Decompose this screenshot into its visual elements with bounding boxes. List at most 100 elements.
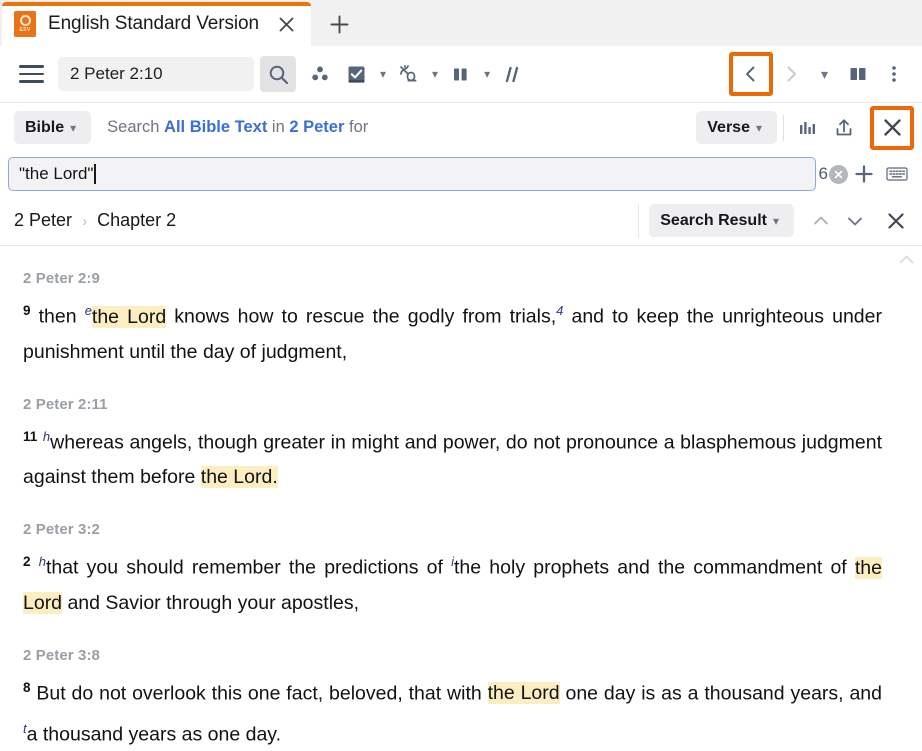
result-mode-chevron-down-icon[interactable]: ▾ — [752, 121, 766, 135]
close-icon — [883, 119, 901, 136]
esv-favicon-icon: ESV — [14, 11, 36, 37]
verse-number: 9 — [23, 303, 31, 318]
verse-text: 8 But do not overlook this one fact, bel… — [23, 670, 882, 748]
verse-span: But do not overlook this one fact, belov… — [30, 682, 488, 704]
chevron-up-icon — [814, 216, 828, 224]
navigate-back-button[interactable] — [728, 52, 773, 96]
search-result-chevron-down-icon[interactable]: ▾ — [769, 214, 783, 228]
breadcrumb[interactable]: 2 Peter › Chapter 2 — [14, 210, 176, 231]
verse-reference[interactable]: 2 Peter 3:2 — [23, 521, 882, 538]
footnote-marker[interactable]: e — [85, 303, 92, 318]
kebab-menu-icon[interactable] — [876, 56, 912, 92]
close-results-button[interactable] — [878, 203, 914, 239]
breadcrumb-chapter[interactable]: Chapter 2 — [97, 210, 176, 230]
verse-number: 8 — [23, 679, 31, 695]
clear-search-icon[interactable] — [829, 164, 848, 184]
tab-title: English Standard Version — [48, 13, 259, 34]
hebrew-greek-icon[interactable] — [390, 56, 426, 92]
result-mode-label: Verse — [707, 118, 750, 136]
chevron-down-icon — [848, 217, 862, 225]
text-caret — [94, 164, 96, 184]
reference-input[interactable]: 2 Peter 2:10 — [58, 57, 254, 91]
split-layout-icon[interactable] — [840, 56, 876, 92]
search-results-content[interactable]: 2 Peter 2:9 9 then ethe Lord knows how to… — [0, 246, 922, 747]
scroll-up-chevron-up-icon[interactable] — [899, 252, 914, 267]
search-type-selector[interactable]: Bible ▾ — [14, 111, 92, 144]
verse-result-item[interactable]: 2 Peter 3:8 8 But do not overlook this on… — [23, 647, 882, 748]
scope-in-word: in — [271, 118, 285, 136]
original-language-chevron-down-icon[interactable]: ▾ — [428, 67, 442, 81]
verse-text: 2 hthat you should remember the predicti… — [23, 544, 882, 621]
resource-guide-icon[interactable] — [302, 56, 338, 92]
scope-suffix: for — [349, 118, 369, 136]
chevron-left-icon — [745, 66, 755, 82]
search-scope-row: Bible ▾ Search All Bible Text in 2 Peter… — [0, 103, 922, 152]
previous-result-button[interactable] — [804, 204, 838, 238]
add-search-button[interactable] — [848, 163, 880, 185]
search-icon[interactable] — [260, 56, 296, 92]
verse-span: then — [30, 305, 85, 328]
verse-reference[interactable]: 2 Peter 2:9 — [23, 270, 882, 287]
hamburger-menu-button[interactable] — [14, 57, 48, 91]
verse-result-item[interactable]: 2 Peter 2:9 9 then ethe Lord knows how to… — [23, 270, 882, 370]
verse-span: one day is as a thousand years, and — [559, 682, 882, 704]
verse-reference[interactable]: 2 Peter 3:8 — [23, 647, 882, 664]
next-result-button[interactable] — [838, 204, 872, 238]
books-icon[interactable] — [338, 56, 374, 92]
visual-filters-icon[interactable] — [494, 56, 530, 92]
verse-number: 11 — [23, 428, 38, 444]
original-language-group[interactable]: ▾ — [390, 56, 442, 92]
verse-text: 11 hwhereas angels, though greater in mi… — [23, 419, 882, 496]
tab-close-icon[interactable] — [273, 10, 301, 38]
verse-list: 2 Peter 2:9 9 then ethe Lord knows how to… — [23, 270, 882, 747]
verse-span: and Savior through your apostles, — [62, 591, 360, 614]
new-tab-button[interactable] — [321, 5, 359, 43]
match-count: 6 — [818, 164, 828, 183]
verse-reference[interactable]: 2 Peter 2:11 — [23, 396, 882, 413]
parallel-group[interactable]: ▾ — [442, 56, 494, 92]
search-scope-sentence: Search All Bible Text in 2 Peter for — [107, 118, 368, 137]
footnote-marker[interactable]: h — [39, 554, 46, 569]
search-type-chevron-down-icon[interactable]: ▾ — [66, 121, 80, 135]
reference-value: 2 Peter 2:10 — [70, 64, 163, 83]
search-match-highlight: the Lord — [91, 305, 167, 328]
verse-span: the holy prophets and the commandment of — [454, 556, 855, 579]
chevron-right-icon — [787, 66, 796, 82]
browser-tab-strip: ESV English Standard Version — [0, 0, 922, 46]
verse-span: knows how to rescue the godly from trial… — [166, 305, 557, 328]
verse-span: a thousand years as one day. — [26, 723, 282, 746]
history-chevron-down-icon[interactable]: ▾ — [817, 66, 832, 83]
breadcrumb-divider — [638, 203, 640, 238]
parallel-chevron-down-icon[interactable]: ▾ — [480, 67, 494, 81]
search-match-highlight: the Lord. — [200, 466, 278, 488]
toolbar-divider — [783, 114, 784, 141]
share-upload-icon[interactable] — [826, 110, 862, 146]
verse-span: whereas angels, though greater in might … — [23, 431, 882, 488]
keyboard-icon[interactable] — [880, 166, 914, 182]
browser-tab-english-standard-version[interactable]: ESV English Standard Version — [2, 2, 311, 46]
scope-prefix: Search — [107, 118, 160, 136]
close-icon — [888, 212, 904, 229]
chart-bars-icon[interactable] — [790, 110, 826, 146]
navigate-forward-button[interactable] — [773, 56, 809, 92]
books-tool-group[interactable]: ▾ — [338, 56, 390, 92]
scope-range-book-link[interactable]: 2 Peter — [289, 118, 344, 136]
search-result-selector[interactable]: Search Result ▾ — [649, 204, 794, 237]
search-query-value: "the Lord" — [19, 164, 94, 183]
result-mode-selector[interactable]: Verse ▾ — [696, 111, 777, 144]
search-match-highlight: the Lord — [487, 682, 560, 704]
parallel-columns-icon[interactable] — [442, 56, 478, 92]
scope-range-all-link[interactable]: All Bible Text — [164, 118, 267, 136]
verse-result-item[interactable]: 2 Peter 2:11 11 hwhereas angels, though g… — [23, 396, 882, 496]
app-toolbar: 2 Peter 2:10 ▾ ▾ ▾ ▾ — [0, 46, 922, 103]
breadcrumb-book[interactable]: 2 Peter — [14, 210, 72, 230]
search-input[interactable]: "the Lord" — [8, 157, 816, 191]
verse-text: 9 then ethe Lord knows how to rescue the… — [23, 293, 882, 370]
verse-span: that you should remember the predictions… — [45, 556, 452, 579]
close-search-panel-button[interactable] — [870, 105, 914, 150]
verse-result-item[interactable]: 2 Peter 3:2 2 hthat you should remember t… — [23, 521, 882, 621]
books-chevron-down-icon[interactable]: ▾ — [376, 67, 390, 81]
breadcrumb-separator-icon: › — [82, 213, 88, 230]
verse-span — [31, 557, 39, 579]
search-input-row: "the Lord" 6 — [0, 152, 922, 196]
